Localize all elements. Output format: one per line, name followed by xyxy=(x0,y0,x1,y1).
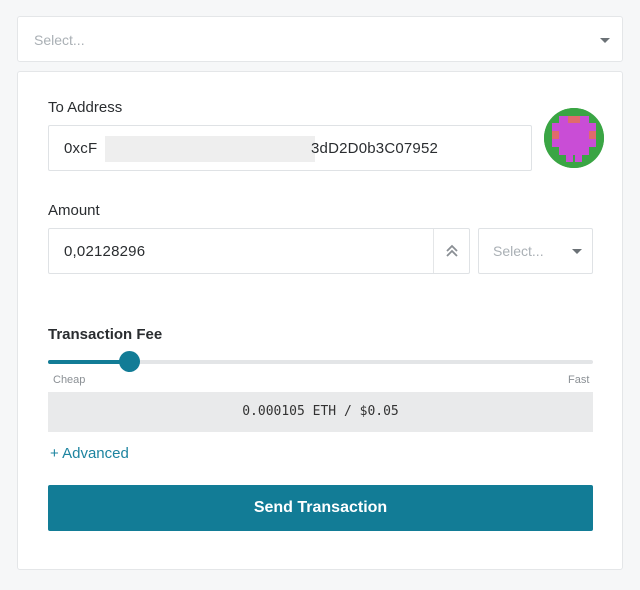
amount-stepper-button[interactable] xyxy=(433,229,469,273)
to-address-label: To Address xyxy=(48,99,123,116)
fee-estimate-box: 0.000105 ETH / $0.05 xyxy=(48,392,593,432)
chevron-down-icon xyxy=(600,38,610,43)
redacted-address xyxy=(105,136,315,162)
fee-cheap-label: Cheap xyxy=(53,374,86,386)
amount-unit-placeholder: Select... xyxy=(493,243,544,259)
fee-fast-label: Fast xyxy=(568,374,590,386)
send-transaction-button[interactable]: Send Transaction xyxy=(48,485,593,531)
amount-input[interactable]: 0,02128296 xyxy=(48,228,470,274)
amount-label: Amount xyxy=(48,202,100,219)
to-address-value-end: 3dD2D0b3C07952 xyxy=(311,140,439,157)
amount-unit-select[interactable]: Select... xyxy=(478,228,593,274)
chevron-down-icon xyxy=(572,249,582,254)
advanced-link[interactable]: + Advanced xyxy=(50,445,129,462)
amount-value: 0,02128296 xyxy=(64,243,146,260)
send-form-card: To Address 0xcF 3dD2D0b3C07952 Amount 0,… xyxy=(17,71,623,570)
fee-slider-fill xyxy=(48,360,130,364)
to-address-input[interactable]: 0xcF 3dD2D0b3C07952 xyxy=(48,125,532,171)
fee-slider-thumb[interactable] xyxy=(119,351,141,372)
address-identicon-avatar xyxy=(544,108,604,168)
transaction-fee-label: Transaction Fee xyxy=(48,326,163,343)
wallet-select[interactable]: Select... xyxy=(17,16,623,62)
double-chevron-up-icon xyxy=(446,244,458,257)
to-address-value-start: 0xcF xyxy=(64,140,98,157)
fee-estimate-value: 0.000105 ETH / $0.05 xyxy=(242,404,399,419)
wallet-select-placeholder: Select... xyxy=(34,32,85,48)
